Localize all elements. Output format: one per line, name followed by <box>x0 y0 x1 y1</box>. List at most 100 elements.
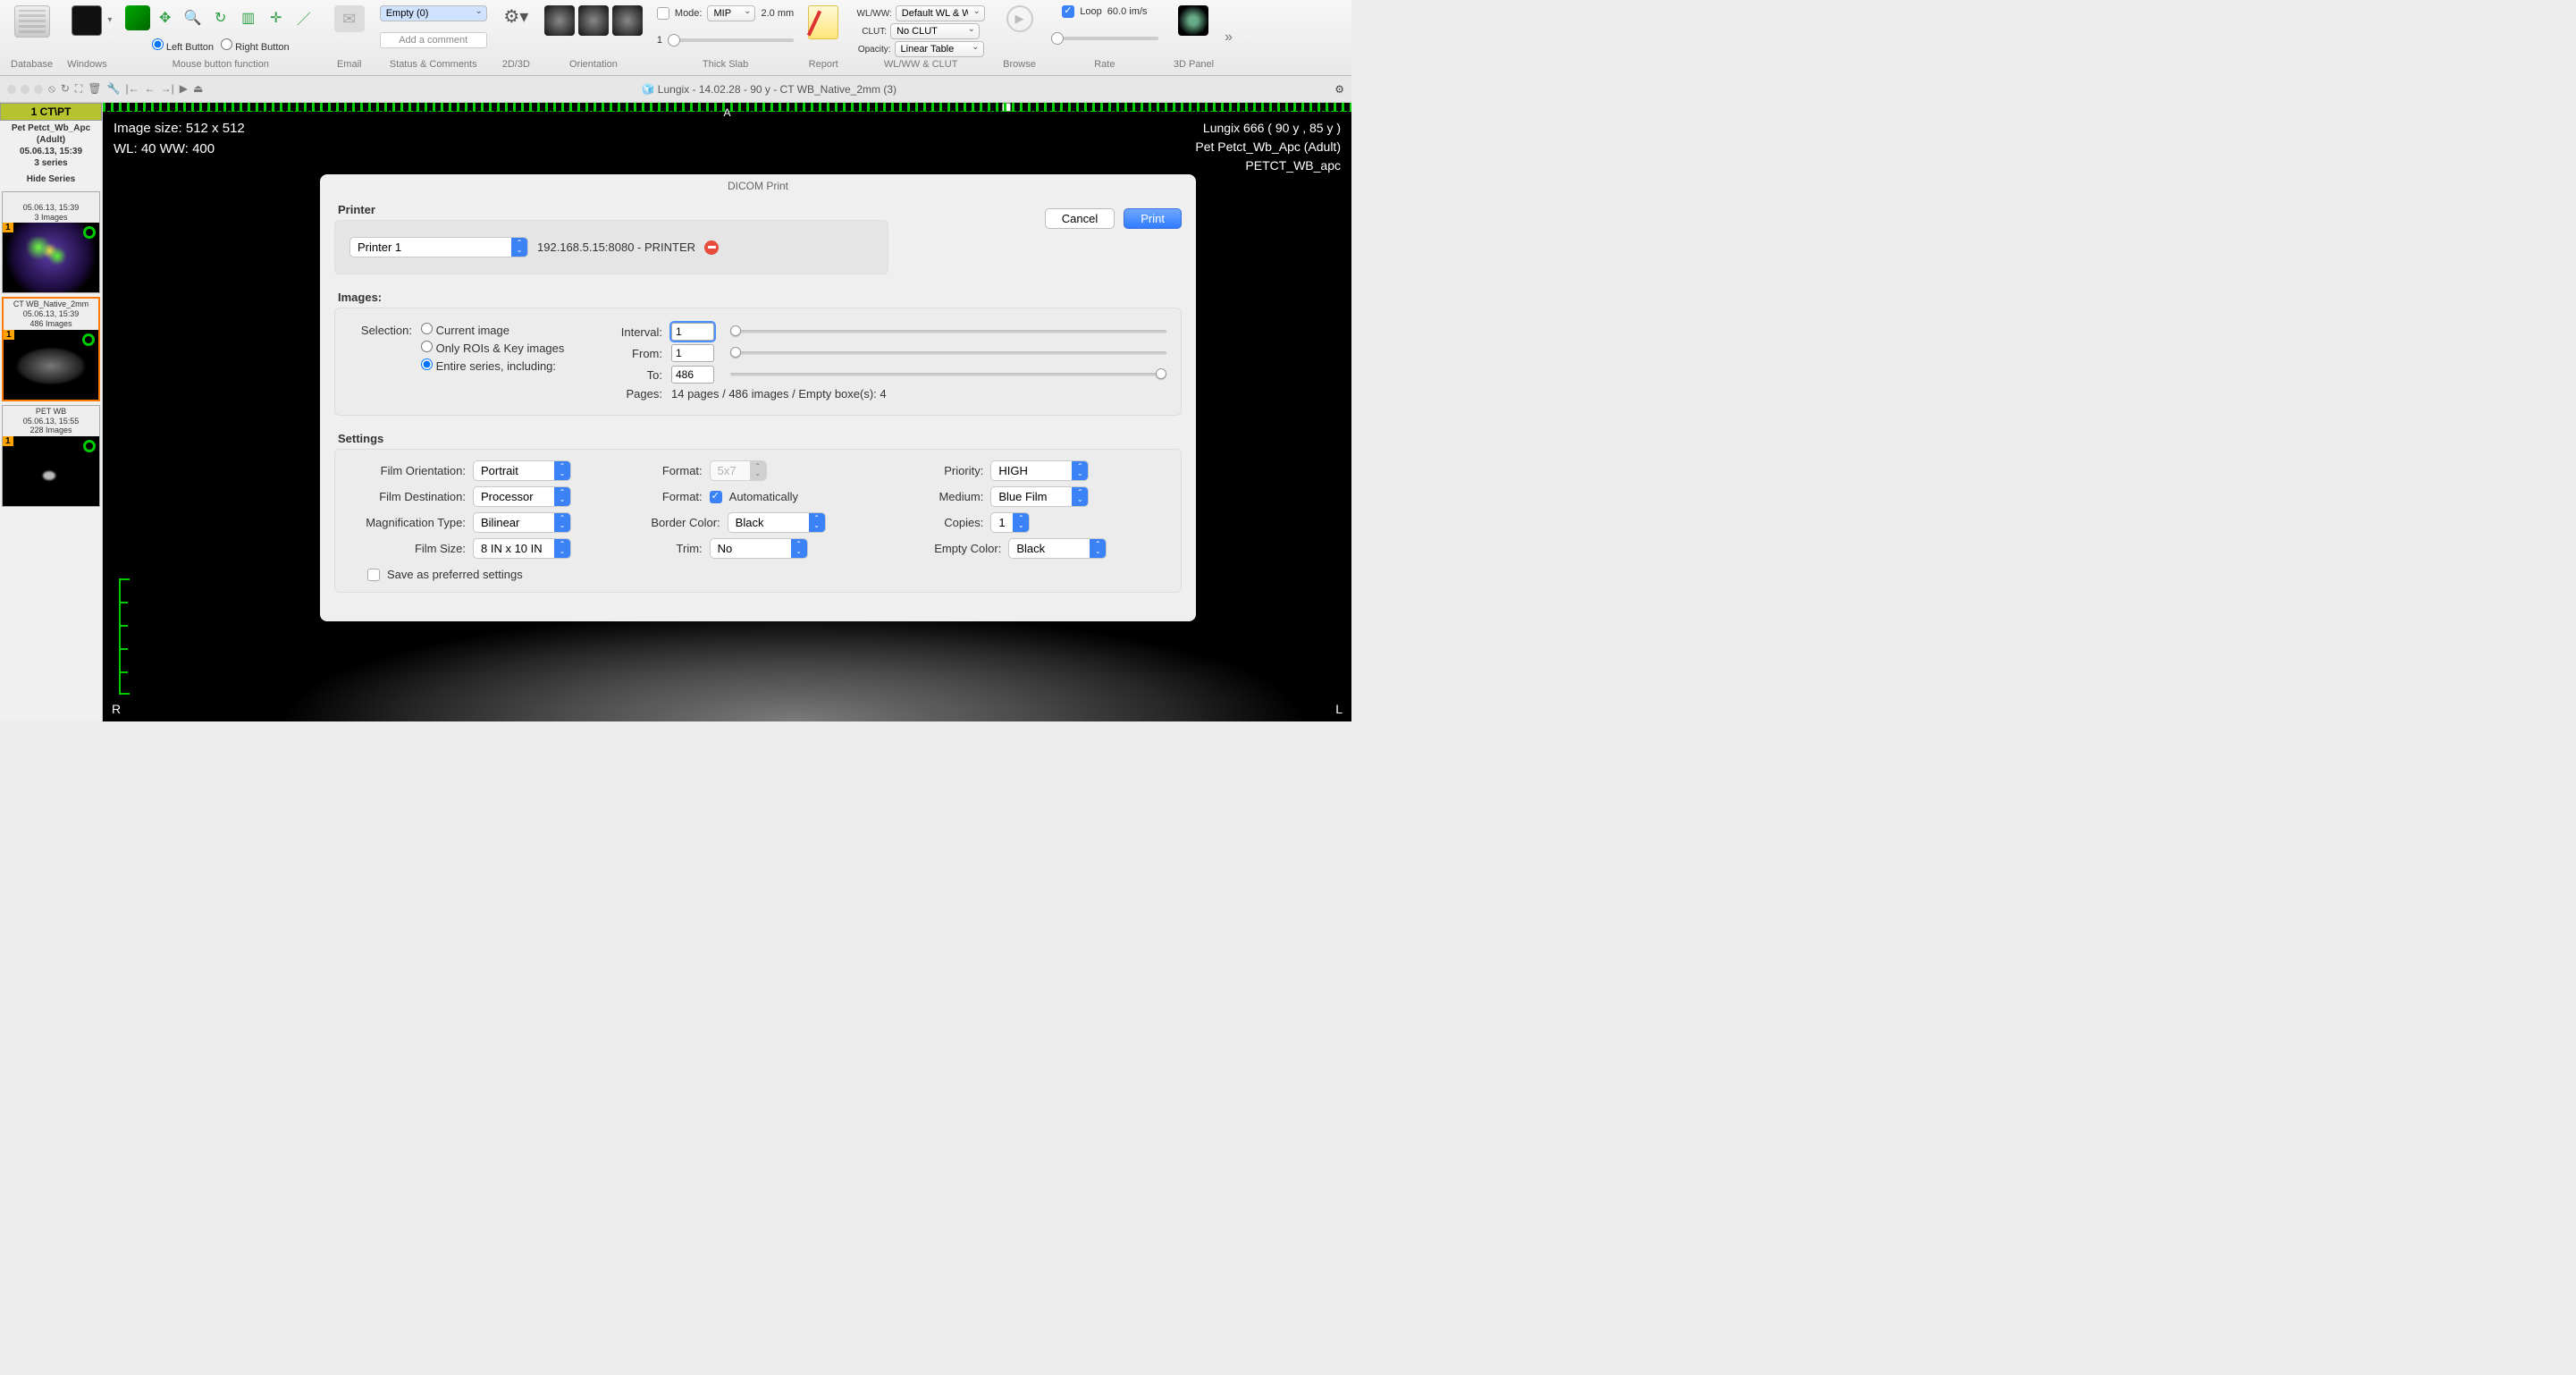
images-section-label: Images: <box>320 285 1196 308</box>
radio-rois[interactable]: Only ROIs & Key images <box>421 341 564 355</box>
empty-color-select[interactable]: Black <box>1008 538 1107 559</box>
main-toolbar: Database Windows ✥ 🔍 ↻ ▥ ✛ ／ Left Button… <box>0 0 1351 76</box>
print-button[interactable]: Print <box>1124 208 1182 229</box>
status-select-wrap[interactable]: Empty (0) <box>380 5 487 21</box>
to-slider[interactable] <box>730 373 1166 376</box>
sagittal-icon[interactable] <box>612 5 643 36</box>
priority-select[interactable]: HIGH <box>990 460 1089 481</box>
prev-icon[interactable]: ← <box>145 82 156 96</box>
interval-slider[interactable] <box>730 330 1166 333</box>
from-input[interactable] <box>671 344 714 362</box>
email-icon[interactable] <box>334 5 365 32</box>
report-icon[interactable] <box>808 5 838 39</box>
close-icon[interactable] <box>7 85 16 94</box>
medium-l: Medium: <box>912 490 983 503</box>
trim-select[interactable]: No <box>710 538 808 559</box>
rate-slider[interactable]: .rate-knob::before{left:auto;right:0} <box>1051 37 1158 40</box>
gear-icon[interactable]: ⚙︎▾ <box>503 5 528 28</box>
database-group: Database <box>7 4 56 72</box>
save-pref-checkbox[interactable] <box>367 569 380 581</box>
refresh-icon[interactable]: ↻ <box>61 82 70 96</box>
thickness-slider[interactable] <box>668 38 794 42</box>
sync-ring-icon <box>83 440 96 452</box>
thumb-header: PET WB05.06.13, 15:55228 Images <box>3 406 99 436</box>
priority-l: Priority: <box>912 464 983 477</box>
radio-entire[interactable]: Entire series, including: <box>421 359 556 373</box>
series-thumbnail[interactable]: 05.06.13, 15:393 Images 1 <box>2 191 100 293</box>
rotate-tool-icon[interactable]: ↻ <box>208 5 233 30</box>
left-button-label: Left Button <box>166 42 214 53</box>
copies-l: Copies: <box>912 516 983 529</box>
crosshair-tool-icon[interactable]: ✛ <box>264 5 289 30</box>
mode-select-wrap[interactable]: MIP <box>707 5 755 21</box>
comment-input[interactable]: Add a comment <box>380 32 487 48</box>
series-thumbnail[interactable]: CT WB_Native_2mm05.06.13, 15:39486 Image… <box>2 297 100 401</box>
next-icon[interactable]: →| <box>161 82 174 96</box>
eject-icon[interactable]: ⏏ <box>193 82 203 96</box>
database-icon[interactable] <box>14 5 50 38</box>
radio-current[interactable]: Current image <box>421 323 509 337</box>
border-color-select[interactable]: Black <box>728 512 826 533</box>
copies-select[interactable]: 1 <box>990 512 1030 533</box>
thumb-header: CT WB_Native_2mm05.06.13, 15:39486 Image… <box>4 299 98 329</box>
format-auto-checkbox[interactable] <box>710 491 722 503</box>
wl-tool-icon[interactable] <box>125 5 150 30</box>
image-size-text: Image size: 512 x 512 <box>114 119 245 139</box>
printer-address: 192.168.5.15:8080 - PRINTER <box>537 240 695 254</box>
save-pref-label: Save as preferred settings <box>387 568 523 581</box>
panel3d-group: 3D Panel <box>1170 4 1217 72</box>
windows-icon[interactable] <box>72 5 102 36</box>
printer-select[interactable]: Printer 1 <box>349 237 528 257</box>
overlay-top-right: Lungix 666 ( 90 y , 85 y ) Pet Petct_Wb_… <box>1195 119 1341 175</box>
series-sidebar: 1 CT\PT Pet Petct_Wb_Apc (Adult) 05.06.1… <box>0 103 103 721</box>
magnification-select[interactable]: Bilinear <box>473 512 571 533</box>
from-slider[interactable] <box>730 351 1166 355</box>
axial-icon[interactable] <box>544 5 575 36</box>
settings-gear-icon[interactable]: ⚙ <box>1334 83 1344 96</box>
zoom-icon[interactable] <box>34 85 43 94</box>
film-destination-select[interactable]: Processor <box>473 486 571 507</box>
interval-input[interactable] <box>671 323 714 341</box>
minimize-icon[interactable] <box>21 85 29 94</box>
border-l: Border Color: <box>631 516 720 529</box>
expand-icon[interactable]: ⛶ <box>75 82 82 96</box>
mode-checkbox[interactable] <box>657 7 669 20</box>
play-icon[interactable]: ▶ <box>1006 5 1033 32</box>
trash-icon[interactable]: 🗑 <box>88 82 101 96</box>
thumb-header: 05.06.13, 15:393 Images <box>3 192 99 223</box>
right-button-radio[interactable]: Right Button <box>221 38 290 53</box>
first-icon[interactable]: |← <box>125 82 139 96</box>
left-button-radio[interactable]: Left Button <box>152 38 214 53</box>
mag-l: Magnification Type: <box>349 516 466 529</box>
film-orientation-select[interactable]: Portrait <box>473 460 571 481</box>
measure-tool-icon[interactable]: ／ <box>291 5 316 30</box>
wlww-l: WL/WW: <box>857 9 892 19</box>
film-size-select[interactable]: 8 IN x 10 IN <box>473 538 571 559</box>
series-thumbnail[interactable]: PET WB05.06.13, 15:55228 Images 1 <box>2 405 100 507</box>
wrench-icon[interactable]: 🔧 <box>107 82 121 96</box>
twod3d-label: 2D/3D <box>502 59 530 70</box>
orientation-A: A <box>723 106 730 119</box>
browse-label: Browse <box>1003 59 1036 70</box>
zoom-tool-icon[interactable]: 🔍 <box>181 5 206 30</box>
panel3d-label: 3D Panel <box>1174 59 1214 70</box>
panel3d-icon[interactable] <box>1178 5 1208 36</box>
play2-icon[interactable]: ▶ <box>180 82 188 96</box>
medium-select[interactable]: Blue Film <box>990 486 1089 507</box>
move-tool-icon[interactable]: ✥ <box>153 5 178 30</box>
stop2-icon[interactable]: ⦸ <box>48 82 55 96</box>
opacity-select: Linear Table <box>895 41 984 57</box>
database-label: Database <box>11 59 53 70</box>
to-input[interactable] <box>671 366 714 384</box>
hide-series-button[interactable]: Hide Series <box>0 171 102 188</box>
scroll-tool-icon[interactable]: ▥ <box>236 5 261 30</box>
cancel-button[interactable]: Cancel <box>1045 208 1115 229</box>
format-select[interactable]: 5x7 <box>710 460 767 481</box>
overflow-icon[interactable]: » <box>1225 30 1233 46</box>
loop-checkbox[interactable] <box>1062 5 1074 18</box>
traffic-lights <box>7 85 43 94</box>
images-panel: Selection: Current image Only ROIs & Key… <box>334 308 1182 416</box>
pages-label: Pages: <box>609 387 662 401</box>
loop-label: Loop <box>1080 6 1101 17</box>
coronal-icon[interactable] <box>578 5 609 36</box>
